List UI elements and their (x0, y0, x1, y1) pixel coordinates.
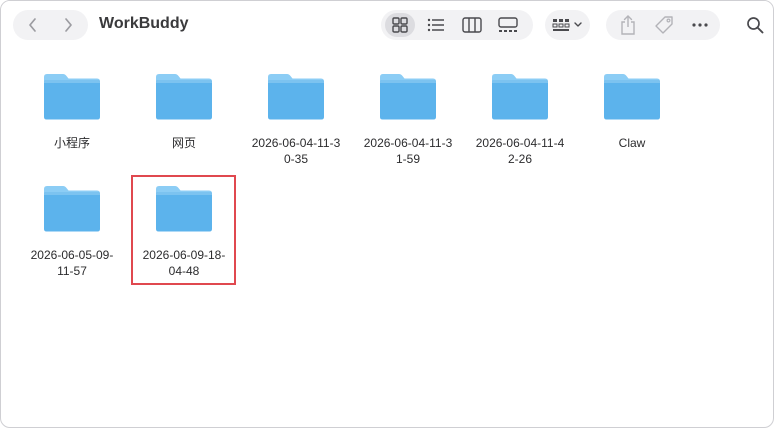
folder-icon (380, 74, 436, 120)
grid-view-button[interactable] (382, 10, 418, 40)
back-button[interactable] (15, 10, 51, 40)
folder-label: 网页 (171, 136, 196, 150)
more-icon (692, 23, 708, 27)
share-button[interactable] (611, 10, 645, 40)
highlight-box (131, 175, 236, 285)
toolbar: WorkBuddy (1, 1, 773, 51)
group-by-button[interactable] (547, 10, 589, 40)
search-button[interactable] (739, 10, 771, 40)
list-view-icon (427, 18, 444, 32)
folder-icon (268, 74, 324, 120)
group-by-icon (552, 19, 582, 31)
tag-icon (655, 16, 673, 34)
chevron-right-icon (65, 18, 72, 32)
more-button[interactable] (683, 10, 717, 40)
column-view-button[interactable] (454, 10, 490, 40)
folder-label: 2026-06-04-11-3 0-35 (251, 136, 341, 166)
grid-view-icon (392, 17, 408, 33)
folder-label: 小程序 (53, 136, 90, 150)
list-view-button[interactable] (418, 10, 454, 40)
gallery-view-icon (498, 17, 518, 32)
folder-icon (44, 186, 100, 232)
folder-label: 2026-06-05-09- 11-57 (30, 248, 114, 278)
finder-window: WorkBuddy 小程序 网页 2026-06-04-11-3 0-35 20… (0, 0, 774, 428)
window-title: WorkBuddy (99, 15, 189, 32)
gallery-view-button[interactable] (490, 10, 526, 40)
folder-label: 2026-06-04-11-3 1-59 (363, 136, 453, 166)
forward-button[interactable] (50, 10, 86, 40)
folder-icon (44, 74, 100, 120)
share-icon (621, 15, 635, 35)
tag-button[interactable] (647, 10, 681, 40)
folder-label: Claw (618, 136, 646, 150)
folder-icon (604, 74, 660, 120)
search-icon (747, 17, 764, 34)
folder-label: 2026-06-04-11-4 2-26 (475, 136, 565, 166)
folder-icon (156, 74, 212, 120)
folder-icon (492, 74, 548, 120)
column-view-icon (462, 17, 482, 33)
nav-group (13, 10, 88, 40)
file-grid: 小程序 网页 2026-06-04-11-3 0-35 2026-06-04-1… (1, 51, 773, 427)
chevron-left-icon (29, 18, 36, 32)
